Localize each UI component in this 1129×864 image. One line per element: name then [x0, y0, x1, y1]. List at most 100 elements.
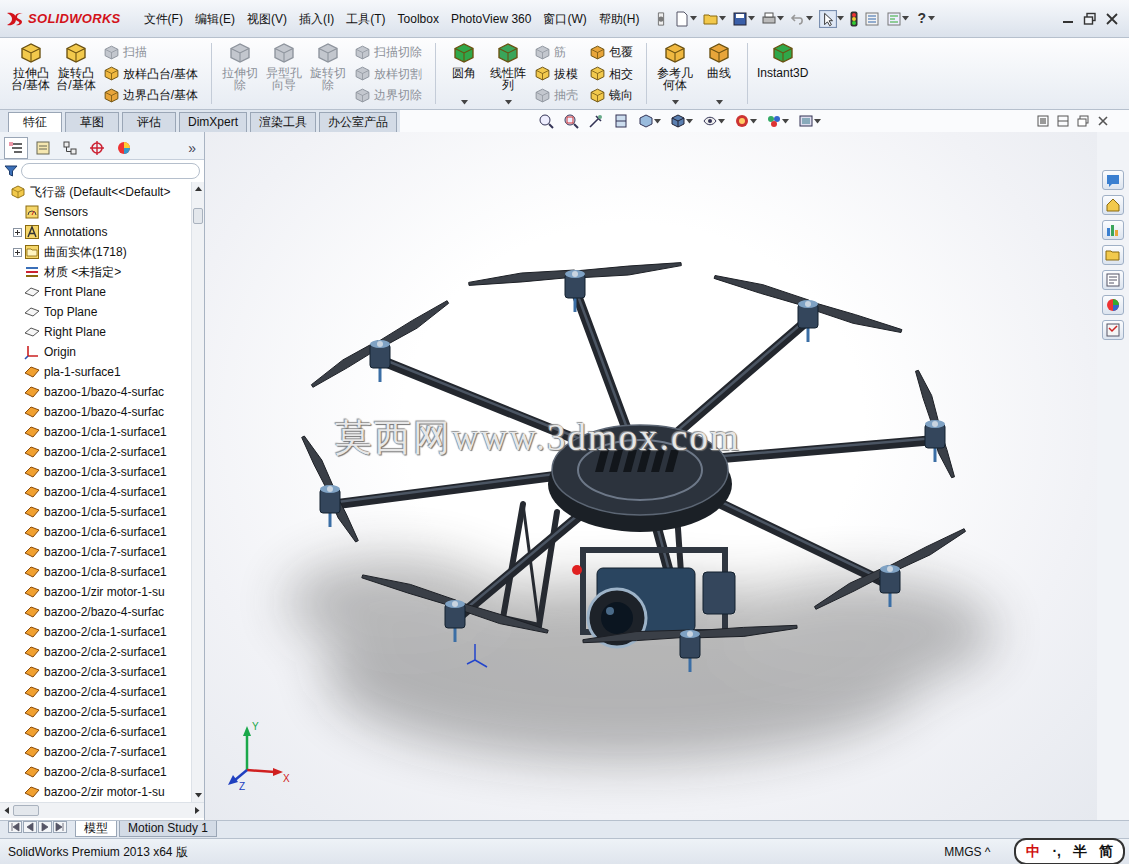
panel-tab[interactable] — [4, 137, 28, 159]
expand-icon[interactable] — [13, 228, 22, 237]
command-tab[interactable]: 渲染工具 — [250, 112, 316, 132]
print-icon[interactable] — [761, 11, 784, 27]
dropdown-arrow[interactable] — [461, 98, 468, 106]
tree-label[interactable]: pla-1-surface1 — [44, 363, 121, 381]
display-manager-icon[interactable] — [116, 140, 132, 156]
feature-icon[interactable] — [534, 65, 551, 82]
panel-tab[interactable] — [112, 137, 136, 159]
tree-label[interactable]: 飞行器 (Default<<Default> — [30, 183, 170, 201]
view-settings-icon[interactable] — [798, 113, 821, 129]
ribbon-label[interactable]: 参考几 何体 — [657, 67, 693, 91]
feature-icon[interactable] — [103, 65, 120, 82]
tree-label[interactable]: bazoo-1/cla-4-surface1 — [44, 483, 167, 501]
horizontal-scrollbar[interactable] — [0, 802, 204, 818]
display-style-icon[interactable] — [670, 113, 693, 129]
command-tab[interactable]: 办公室产品 — [319, 112, 397, 132]
property-manager-icon[interactable] — [35, 140, 51, 156]
ribbon-button[interactable]: 包覆 — [589, 42, 636, 62]
ribbon-label[interactable]: 放样凸台/基体 — [123, 68, 198, 80]
ribbon-button[interactable]: 线性阵 列 — [486, 41, 530, 106]
restore-view-icon[interactable] — [1077, 115, 1089, 127]
tree-label[interactable]: bazoo-2/cla-1-surface1 — [44, 623, 167, 641]
appearance-icon[interactable] — [734, 113, 757, 129]
tree-label[interactable]: bazoo-2/cla-5-surface1 — [44, 703, 167, 721]
tree-label[interactable]: bazoo-2/bazo-4-surfac — [44, 603, 164, 621]
close-view-icon[interactable] — [1097, 115, 1109, 127]
feature-icon[interactable] — [589, 44, 606, 61]
tree-item[interactable]: bazoo-1/cla-3-surface1 — [0, 462, 191, 482]
feature-icon[interactable] — [771, 41, 795, 65]
expander[interactable] — [10, 222, 24, 242]
ribbon-button[interactable]: 拉伸凸 台/基体 — [8, 41, 53, 106]
menu-item[interactable]: 窗口(W) — [538, 9, 591, 29]
more-tabs-button[interactable]: » — [188, 138, 200, 159]
ribbon-button[interactable]: Instant3D — [754, 41, 811, 106]
task-pane-button[interactable] — [1102, 295, 1124, 315]
tree-item[interactable]: pla-1-surface1 — [0, 362, 191, 382]
options-icon[interactable] — [886, 11, 909, 27]
pin-icon[interactable] — [654, 12, 668, 26]
tree-item[interactable]: bazoo-2/cla-2-surface1 — [0, 642, 191, 662]
scroll-up-icon[interactable] — [192, 182, 204, 195]
tree-item[interactable]: bazoo-1/cla-4-surface1 — [0, 482, 191, 502]
tree-item[interactable]: bazoo-1/bazo-4-surfac — [0, 402, 191, 422]
tree-item[interactable]: bazoo-2/cla-7-surface1 — [0, 742, 191, 762]
tree-item[interactable]: bazoo-2/cla-6-surface1 — [0, 722, 191, 742]
tree-item[interactable]: bazoo-1/cla-7-surface1 — [0, 542, 191, 562]
tree-label[interactable]: bazoo-2/cla-6-surface1 — [44, 723, 167, 741]
tree-item[interactable]: bazoo-1/cla-5-surface1 — [0, 502, 191, 522]
tree-label[interactable]: bazoo-1/cla-6-surface1 — [44, 523, 167, 541]
tree-label[interactable]: 材质 <未指定> — [44, 263, 121, 281]
zoom-fit-icon[interactable] — [538, 113, 554, 129]
feature-manager-icon[interactable] — [8, 140, 24, 156]
task-pane-button[interactable] — [1102, 270, 1124, 290]
feature-icon[interactable] — [496, 41, 520, 65]
tree-label[interactable]: bazoo-1/cla-1-surface1 — [44, 423, 167, 441]
file-explorer-icon[interactable] — [1105, 247, 1121, 263]
help-button[interactable]: ? — [915, 8, 935, 29]
undo-icon[interactable] — [790, 11, 813, 27]
task-pane-button[interactable] — [1102, 220, 1124, 240]
tree-label[interactable]: bazoo-2/cla-4-surface1 — [44, 683, 167, 701]
view-palette-icon[interactable] — [1105, 272, 1121, 288]
task-pane-button[interactable] — [1102, 320, 1124, 340]
tree-item[interactable]: bazoo-2/cla-8-surface1 — [0, 762, 191, 782]
menu-item[interactable]: PhotoView 360 — [446, 9, 537, 29]
feature-icon[interactable] — [707, 41, 731, 65]
tree-item[interactable]: bazoo-2/bazo-4-surfac — [0, 602, 191, 622]
tree-item[interactable]: 飞行器 (Default<<Default> — [0, 182, 191, 202]
help-glyph[interactable]: ? — [915, 8, 928, 29]
rebuild-icon[interactable] — [850, 11, 858, 27]
tree-label[interactable]: bazoo-2/cla-7-surface1 — [44, 743, 167, 761]
scroll-thumb[interactable] — [13, 805, 39, 816]
menu-item[interactable]: 帮助(H) — [594, 9, 645, 29]
close-icon[interactable] — [1105, 12, 1119, 26]
solidworks-resources-icon[interactable] — [1105, 172, 1121, 188]
tree-label[interactable]: bazoo-1/zir motor-1-su — [44, 583, 165, 601]
tree-item[interactable]: 曲面实体(1718) — [0, 242, 191, 262]
ribbon-label[interactable]: 拉伸凸 台/基体 — [11, 67, 50, 91]
previous-view-icon[interactable] — [588, 113, 604, 129]
tree-item[interactable]: bazoo-2/cla-1-surface1 — [0, 622, 191, 642]
task-pane-button[interactable] — [1102, 195, 1124, 215]
tree-item[interactable]: Annotations — [0, 222, 191, 242]
tree-label[interactable]: bazoo-2/cla-8-surface1 — [44, 763, 167, 781]
tree-label[interactable]: Origin — [44, 343, 76, 361]
filter-icon[interactable] — [4, 164, 18, 178]
dimxpert-manager-icon[interactable] — [89, 140, 105, 156]
hide-show-icon[interactable] — [702, 113, 725, 129]
ime-button[interactable]: 中 — [1026, 841, 1040, 862]
command-tab[interactable]: 草图 — [65, 112, 119, 132]
scroll-thumb[interactable] — [193, 208, 203, 224]
tree-label[interactable]: bazoo-2/cla-3-surface1 — [44, 663, 167, 681]
scroll-down-icon[interactable] — [192, 789, 204, 802]
tree-item[interactable]: bazoo-1/cla-6-surface1 — [0, 522, 191, 542]
tree-label[interactable]: bazoo-1/cla-3-surface1 — [44, 463, 167, 481]
ribbon-label[interactable]: 拔模 — [554, 68, 578, 80]
tree-item[interactable]: bazoo-1/bazo-4-surfac — [0, 382, 191, 402]
ribbon-label[interactable]: Instant3D — [757, 67, 808, 79]
ribbon-label[interactable]: 线性阵 列 — [490, 67, 526, 91]
menu-item[interactable]: 文件(F) — [139, 9, 188, 29]
tree-item[interactable]: bazoo-2/cla-4-surface1 — [0, 682, 191, 702]
tree-label[interactable]: bazoo-1/bazo-4-surfac — [44, 383, 164, 401]
